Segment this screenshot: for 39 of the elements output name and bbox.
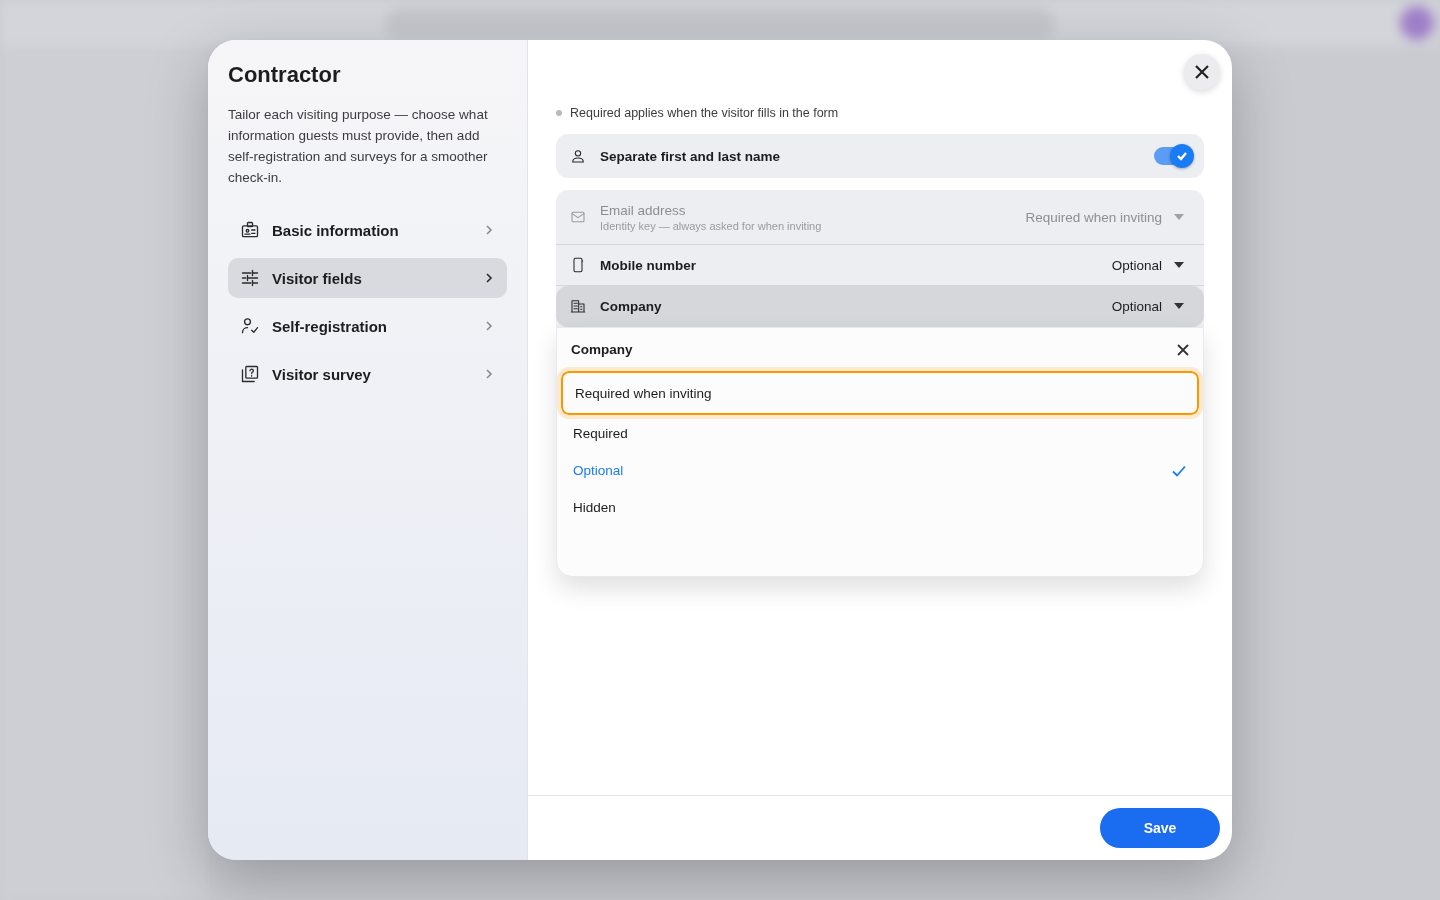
field-icon — [570, 298, 586, 314]
requirement-select[interactable]: Optional — [1111, 257, 1190, 273]
bullet-dot-icon — [556, 110, 562, 116]
chevron-right-icon — [483, 368, 495, 380]
requirement-select[interactable]: Optional — [1111, 298, 1190, 314]
field-label: Mobile number — [600, 257, 697, 273]
toggle-label: Separate first and last name — [600, 148, 782, 164]
caret-icon — [1174, 262, 1184, 268]
nav-icon — [240, 364, 260, 384]
dialog-description: Tailor each visiting purpose — choose what information guests must provide, then add self-registration and surveys for a smoother check-in. — [228, 106, 489, 187]
chevron-right-icon — [483, 320, 495, 332]
field-label: Company — [600, 298, 663, 314]
close-icon — [1194, 64, 1210, 80]
field-icon — [570, 209, 586, 225]
caret-icon — [1174, 303, 1184, 309]
nav-item[interactable]: Self-registration — [228, 306, 507, 346]
dropdown-title: Company — [571, 342, 633, 357]
dropdown-option[interactable]: Required when inviting — [557, 367, 1203, 419]
close-button[interactable] — [1184, 54, 1220, 90]
dialog-title: Contractor — [228, 62, 342, 88]
save-button[interactable]: Save — [1100, 808, 1220, 848]
nav-item[interactable]: Visitor fields — [228, 258, 507, 298]
caret-icon — [1174, 214, 1184, 220]
close-button[interactable] — [1177, 343, 1189, 356]
nav-icon — [240, 316, 260, 336]
close-icon — [1177, 343, 1189, 356]
dropdown-option[interactable]: Optional — [561, 452, 1199, 489]
nav-icon — [240, 220, 260, 240]
dropdown-option[interactable]: Hidden — [561, 489, 1199, 526]
chevron-right-icon — [483, 272, 495, 284]
nav-item[interactable]: Basic information — [228, 210, 507, 250]
field-icon — [570, 257, 586, 273]
field-label: Email address — [600, 202, 687, 218]
person-icon — [570, 148, 586, 164]
field-hint: Identity key — always asked for when inviting — [600, 219, 823, 232]
info-note: Required applies when the visitor fills in the form — [570, 106, 839, 120]
nav-item[interactable]: Visitor survey — [228, 354, 507, 394]
nav-icon — [240, 268, 260, 288]
chevron-right-icon — [483, 224, 495, 236]
